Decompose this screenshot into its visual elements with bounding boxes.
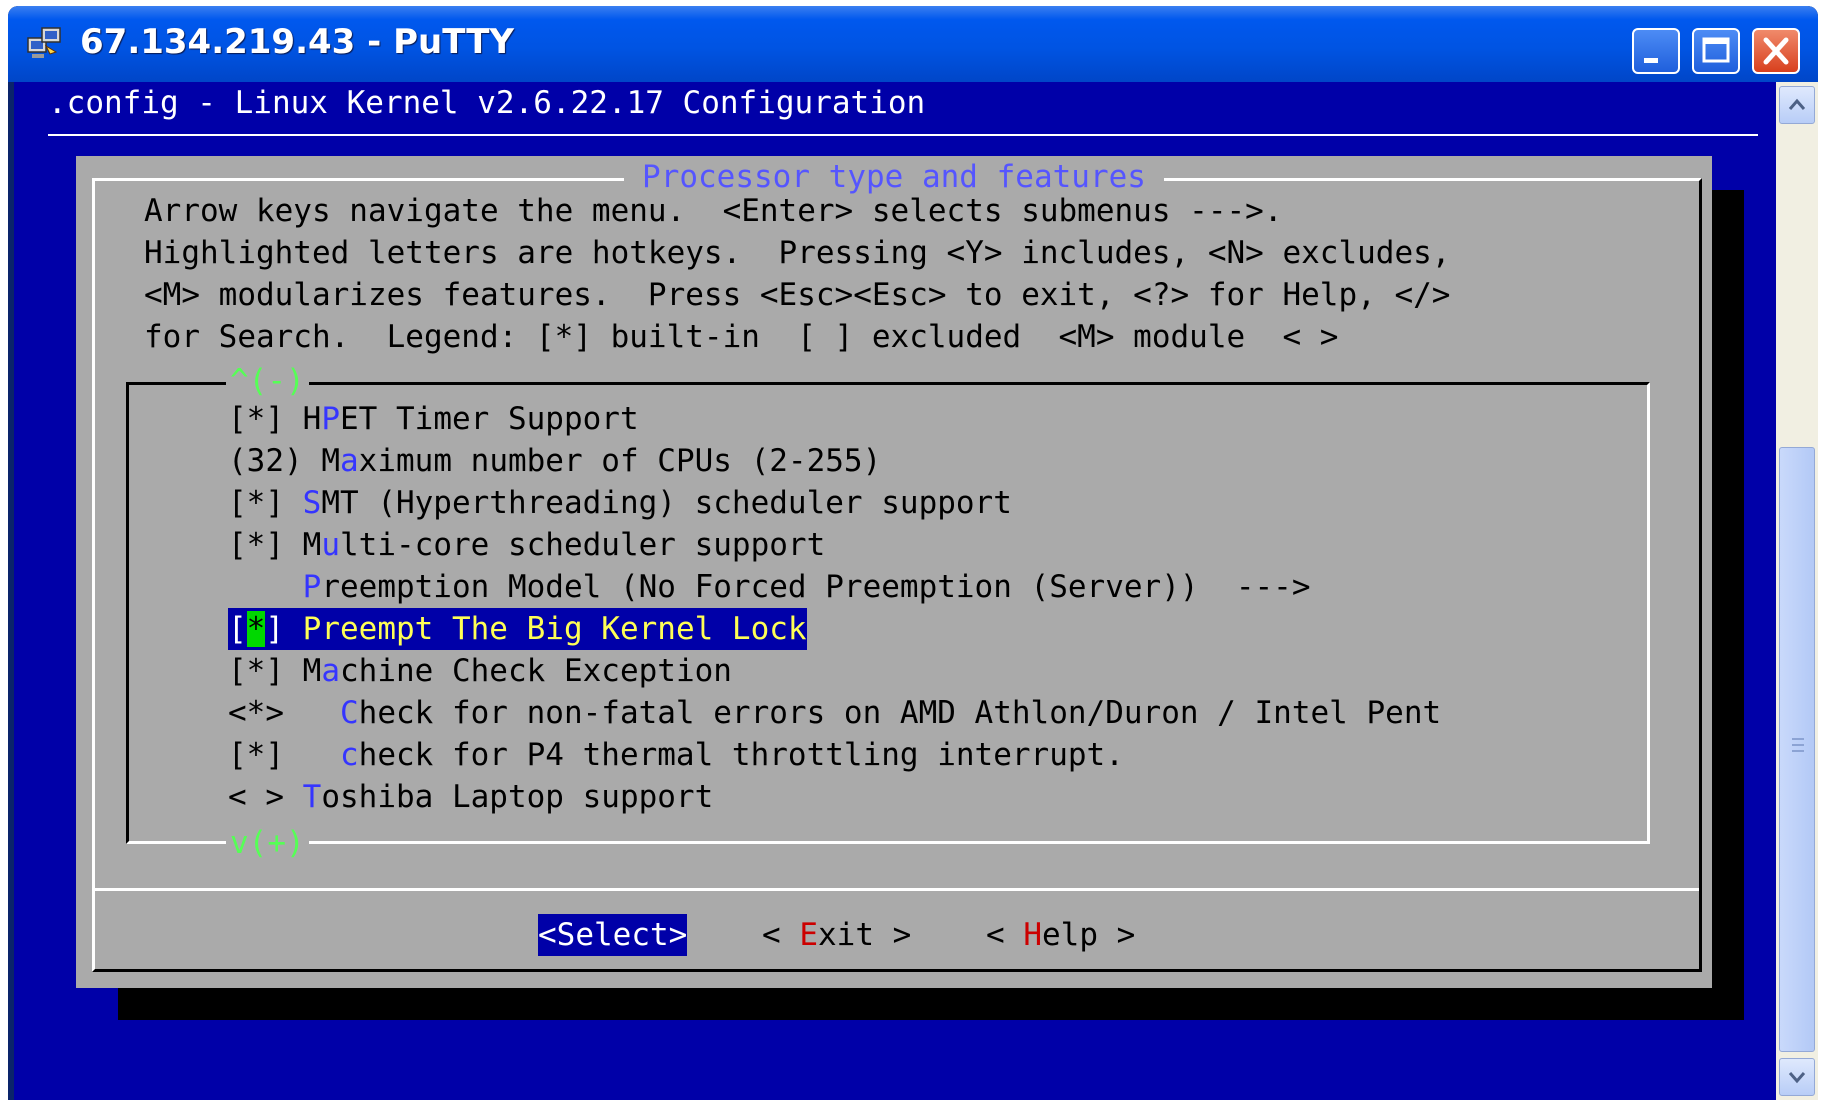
- hotkey-letter: E: [799, 917, 818, 953]
- menu-item-p4-thermal[interactable]: [*] check for P4 thermal throttling inte…: [228, 734, 1124, 776]
- help-text-line-3: <M> modularizes features. Press <Esc><Es…: [144, 277, 1451, 313]
- menu-item-multicore-scheduler[interactable]: [*] Multi-core scheduler support: [228, 524, 825, 566]
- minimize-icon: [1644, 58, 1658, 63]
- header-rule: [48, 134, 1758, 136]
- menu-item-hpet-timer[interactable]: [*] HPET Timer Support: [228, 398, 639, 440]
- maximize-icon: [1702, 37, 1730, 63]
- window-title: 67.134.219.43 - PuTTY: [80, 22, 515, 62]
- putty-computers-icon: [27, 27, 61, 58]
- menu-item-preempt-bkl[interactable]: [*] Preempt The Big Kernel Lock: [228, 608, 807, 650]
- grip-icon: [1792, 738, 1804, 752]
- hotkey-letter: S: [302, 485, 322, 521]
- menu-item-smt-scheduler[interactable]: [*] SMT (Hyperthreading) scheduler suppo…: [228, 482, 1012, 524]
- chevron-down-icon: [1788, 1072, 1806, 1084]
- hotkey-letter: P: [302, 569, 322, 605]
- scrollbar-thumb[interactable]: [1779, 447, 1815, 1052]
- hotkey-letter: P: [321, 401, 340, 437]
- vertical-scrollbar[interactable]: [1776, 82, 1818, 1100]
- button-row-separator: [92, 888, 1702, 891]
- config-header-title: .config - Linux Kernel v2.6.22.17 Config…: [48, 85, 926, 121]
- selection-cursor: *: [246, 611, 266, 647]
- minimize-button[interactable]: [1632, 28, 1680, 74]
- menu-item-toshiba-laptop[interactable]: < > Toshiba Laptop support: [228, 776, 713, 818]
- menu-item-machine-check[interactable]: [*] Machine Check Exception: [228, 650, 732, 692]
- close-button[interactable]: [1752, 28, 1800, 74]
- hotkey-letter: C: [339, 695, 359, 731]
- hotkey-letter: T: [302, 779, 322, 815]
- select-button[interactable]: <Select>: [538, 914, 688, 956]
- maximize-button[interactable]: [1692, 28, 1740, 74]
- scroll-down-indicator[interactable]: v(+): [226, 822, 309, 864]
- hotkey-letter: a: [340, 443, 359, 479]
- putty-window: 67.134.219.43 - PuTTY .config - Linux Ke…: [8, 6, 1818, 1100]
- exit-button[interactable]: < Exit >: [762, 914, 911, 956]
- menu-item-nonfatal-errors[interactable]: <*> Check for non-fatal errors on AMD At…: [228, 692, 1441, 734]
- menu-item-max-cpus[interactable]: (32) Maximum number of CPUs (2-255): [228, 440, 881, 482]
- button-row-edge: [1699, 888, 1702, 972]
- scroll-up-indicator[interactable]: ^(-): [226, 360, 309, 402]
- help-text-line-4: for Search. Legend: [*] built-in [ ] exc…: [144, 319, 1339, 355]
- close-icon: [1763, 37, 1789, 65]
- help-button[interactable]: < Help >: [986, 914, 1135, 956]
- scroll-up-button[interactable]: [1779, 86, 1815, 124]
- scroll-down-button[interactable]: [1779, 1058, 1815, 1096]
- menuconfig-dialog: Processor type and features Arrow keys n…: [76, 156, 1712, 988]
- menu-item-preemption-model[interactable]: Preemption Model (No Forced Preemption (…: [228, 566, 1311, 608]
- chevron-up-icon: [1788, 98, 1806, 110]
- title-bar[interactable]: 67.134.219.43 - PuTTY: [8, 6, 1818, 82]
- help-text-line-2: Highlighted letters are hotkeys. Pressin…: [144, 235, 1451, 271]
- terminal-area[interactable]: .config - Linux Kernel v2.6.22.17 Config…: [14, 82, 1776, 1100]
- hotkey-letter: c: [339, 737, 359, 773]
- hotkey-letter: a: [321, 653, 340, 689]
- hotkey-letter: u: [321, 527, 340, 563]
- help-text-line-1: Arrow keys navigate the menu. <Enter> se…: [144, 193, 1283, 229]
- hotkey-letter: H: [1023, 917, 1042, 953]
